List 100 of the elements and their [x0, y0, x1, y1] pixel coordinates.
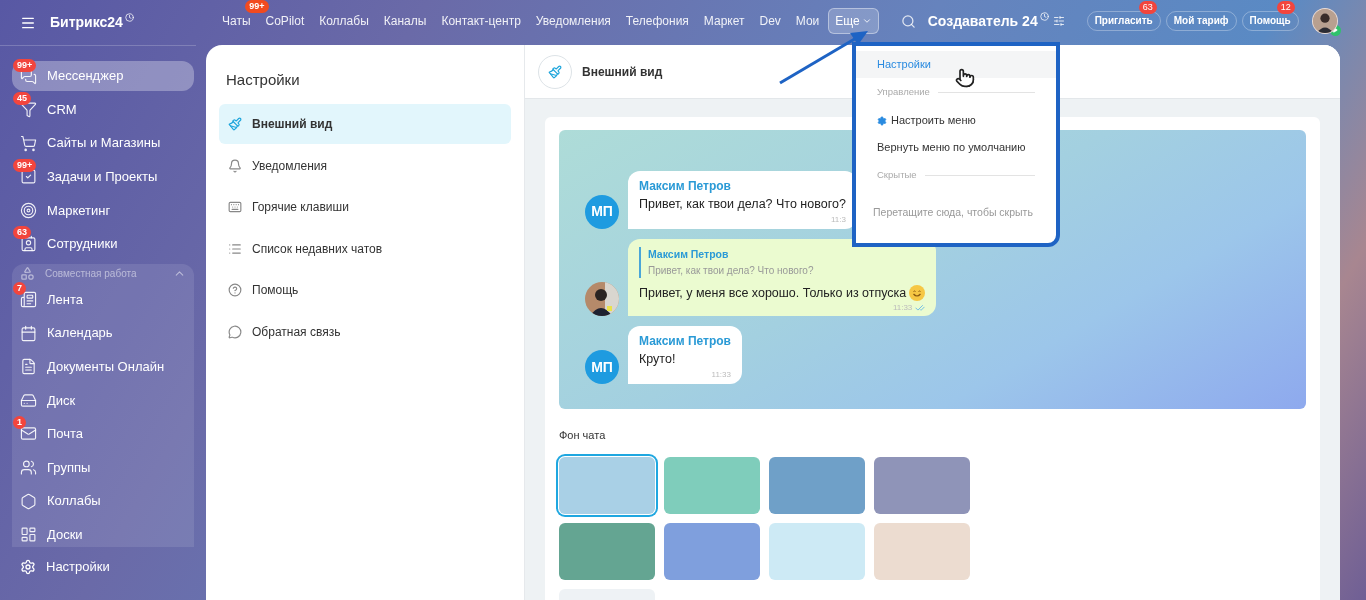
top-nav-item[interactable]: Dev: [753, 8, 787, 34]
background-swatch[interactable]: [559, 522, 655, 580]
nav-icon: [228, 241, 242, 256]
top-nav-item[interactable]: Телефония: [619, 8, 695, 34]
message-text: Привет, как твои дела? Что нового?: [639, 196, 846, 213]
menu-item[interactable]: Вернуть меню по умолчанию: [856, 134, 1056, 161]
background-swatch[interactable]: [874, 456, 970, 514]
search-icon[interactable]: [900, 13, 916, 29]
count-badge: 99+: [13, 58, 37, 72]
nav-icon: [228, 158, 242, 173]
nav-icon: [228, 117, 242, 131]
panel-title: Настройки: [225, 70, 301, 90]
top-nav-item[interactable]: Мои: [789, 8, 826, 34]
menu-item-icon: [20, 459, 37, 477]
count-badge: 45: [13, 92, 31, 106]
top-nav-item[interactable]: Маркет: [697, 8, 751, 34]
chevron-icon: [861, 16, 872, 26]
sidebar-item[interactable]: Сайты и Магазины: [12, 128, 194, 159]
message-text: Круто!: [639, 351, 676, 369]
user-avatar: МП: [585, 194, 619, 229]
user-avatar: МП: [585, 350, 619, 384]
menu-item-icon: [20, 134, 37, 152]
message-time: 11:3: [829, 213, 846, 226]
sidebar-item[interactable]: 63 Сотрудники: [12, 228, 194, 259]
menu-item-icon: [20, 358, 37, 376]
background-swatch[interactable]: [664, 456, 760, 514]
nav-icon: [228, 324, 242, 339]
sidebar-item[interactable]: 7 Лента: [12, 284, 194, 315]
count-badge: 99+: [245, 0, 269, 13]
menu-item[interactable]: Настроить меню: [856, 107, 1056, 134]
menu-section-title: Управление: [877, 85, 930, 100]
background-swatch[interactable]: [664, 522, 760, 580]
app-logo[interactable]: Битрикс24: [50, 12, 123, 33]
count-badge: 7: [13, 282, 26, 296]
message-time: 11:33: [892, 302, 913, 315]
sidebar-item[interactable]: Коллабы: [12, 486, 194, 517]
group-title: Совместная работа: [45, 266, 138, 281]
sidebar-item[interactable]: Доски: [12, 519, 194, 547]
menu-item-icon: [20, 391, 37, 409]
count-badge: 99+: [13, 159, 37, 173]
menu-hint: Перетащите сюда, чтобы скрыть: [872, 205, 1034, 221]
clock-icon: [124, 13, 134, 22]
quote-author: Максим Петров: [648, 246, 730, 262]
count-badge: 63: [1138, 1, 1157, 14]
menu-item-icon: [20, 168, 37, 186]
settings-icon[interactable]: [20, 558, 36, 575]
count-badge: 63: [13, 226, 31, 240]
smiley-icon: [909, 284, 926, 301]
section-label: Фон чата: [559, 428, 607, 443]
background-swatch[interactable]: [769, 456, 865, 514]
sidebar-item[interactable]: Документы Онлайн: [12, 351, 194, 382]
sidebar-item[interactable]: Группы: [12, 452, 194, 483]
background-swatch[interactable]: [874, 522, 970, 580]
settings-nav-item[interactable]: Помощь: [219, 270, 511, 310]
menu-item-icon: [20, 201, 37, 219]
hand-cursor-icon: [955, 68, 975, 88]
menu-item-icon: [20, 492, 37, 510]
top-nav-item[interactable]: Коллабы: [313, 8, 375, 34]
count-badge: 1: [13, 416, 26, 430]
sidebar-item[interactable]: 99+ Задачи и Проекты: [12, 161, 194, 192]
menu-item-icon: [20, 324, 37, 342]
quote-text: Привет, как твои дела? Что нового?: [648, 263, 815, 278]
section-title: Внешний вид: [582, 63, 663, 81]
background-swatch[interactable]: [559, 456, 655, 514]
sidebar-item[interactable]: 99+ Мессенджер: [12, 61, 194, 91]
group-icon: [20, 265, 35, 281]
top-nav-item[interactable]: Контакт-центр: [435, 8, 527, 34]
sidebar-item[interactable]: Диск: [12, 385, 194, 416]
status-badge: [1329, 24, 1341, 36]
top-nav-item[interactable]: Каналы: [377, 8, 433, 34]
sidebar-item[interactable]: Маркетинг: [12, 195, 194, 226]
group-header[interactable]: Совместная работа: [12, 265, 194, 281]
settings-nav-item[interactable]: Обратная связь: [219, 311, 511, 352]
settings-nav-item[interactable]: Внешний вид: [219, 104, 511, 144]
top-nav-item[interactable]: Еще: [828, 8, 879, 34]
menu-item[interactable]: Настройки: [856, 51, 1056, 78]
background-swatch[interactable]: [769, 522, 865, 580]
sidebar-item[interactable]: 45 CRM: [12, 94, 194, 125]
sidebar-item[interactable]: Календарь: [12, 318, 194, 349]
settings-nav-item[interactable]: Уведомления: [219, 145, 511, 186]
message-text: Привет, у меня все хорошо. Только из отпуска: [639, 284, 907, 302]
settings-icon: [877, 115, 887, 126]
menu-item-icon: [20, 526, 37, 544]
user-avatar[interactable]: [1311, 8, 1338, 34]
settings-nav-item[interactable]: Горячие клавиши: [219, 187, 511, 227]
sliders-icon[interactable]: [1052, 15, 1065, 27]
count-badge: 12: [1276, 1, 1295, 14]
settings-nav-item[interactable]: Список недавних чатов: [219, 228, 511, 269]
settings-link[interactable]: Настройки: [46, 557, 110, 577]
message-author: Максим Петров: [639, 178, 732, 195]
sidebar-item[interactable]: 1 Почта: [12, 418, 194, 449]
menu-item-icon: [20, 235, 37, 253]
menu-item-icon: [20, 101, 37, 119]
menu-section-title: Скрытые: [877, 168, 917, 183]
message-author: Максим Петров: [639, 333, 731, 351]
clock-icon: [1039, 11, 1049, 21]
menu-item-icon: [20, 291, 37, 309]
nav-icon: [228, 283, 242, 297]
top-nav-item[interactable]: Уведомления: [529, 8, 617, 34]
portal-name[interactable]: Создаватель 24: [927, 10, 1038, 32]
